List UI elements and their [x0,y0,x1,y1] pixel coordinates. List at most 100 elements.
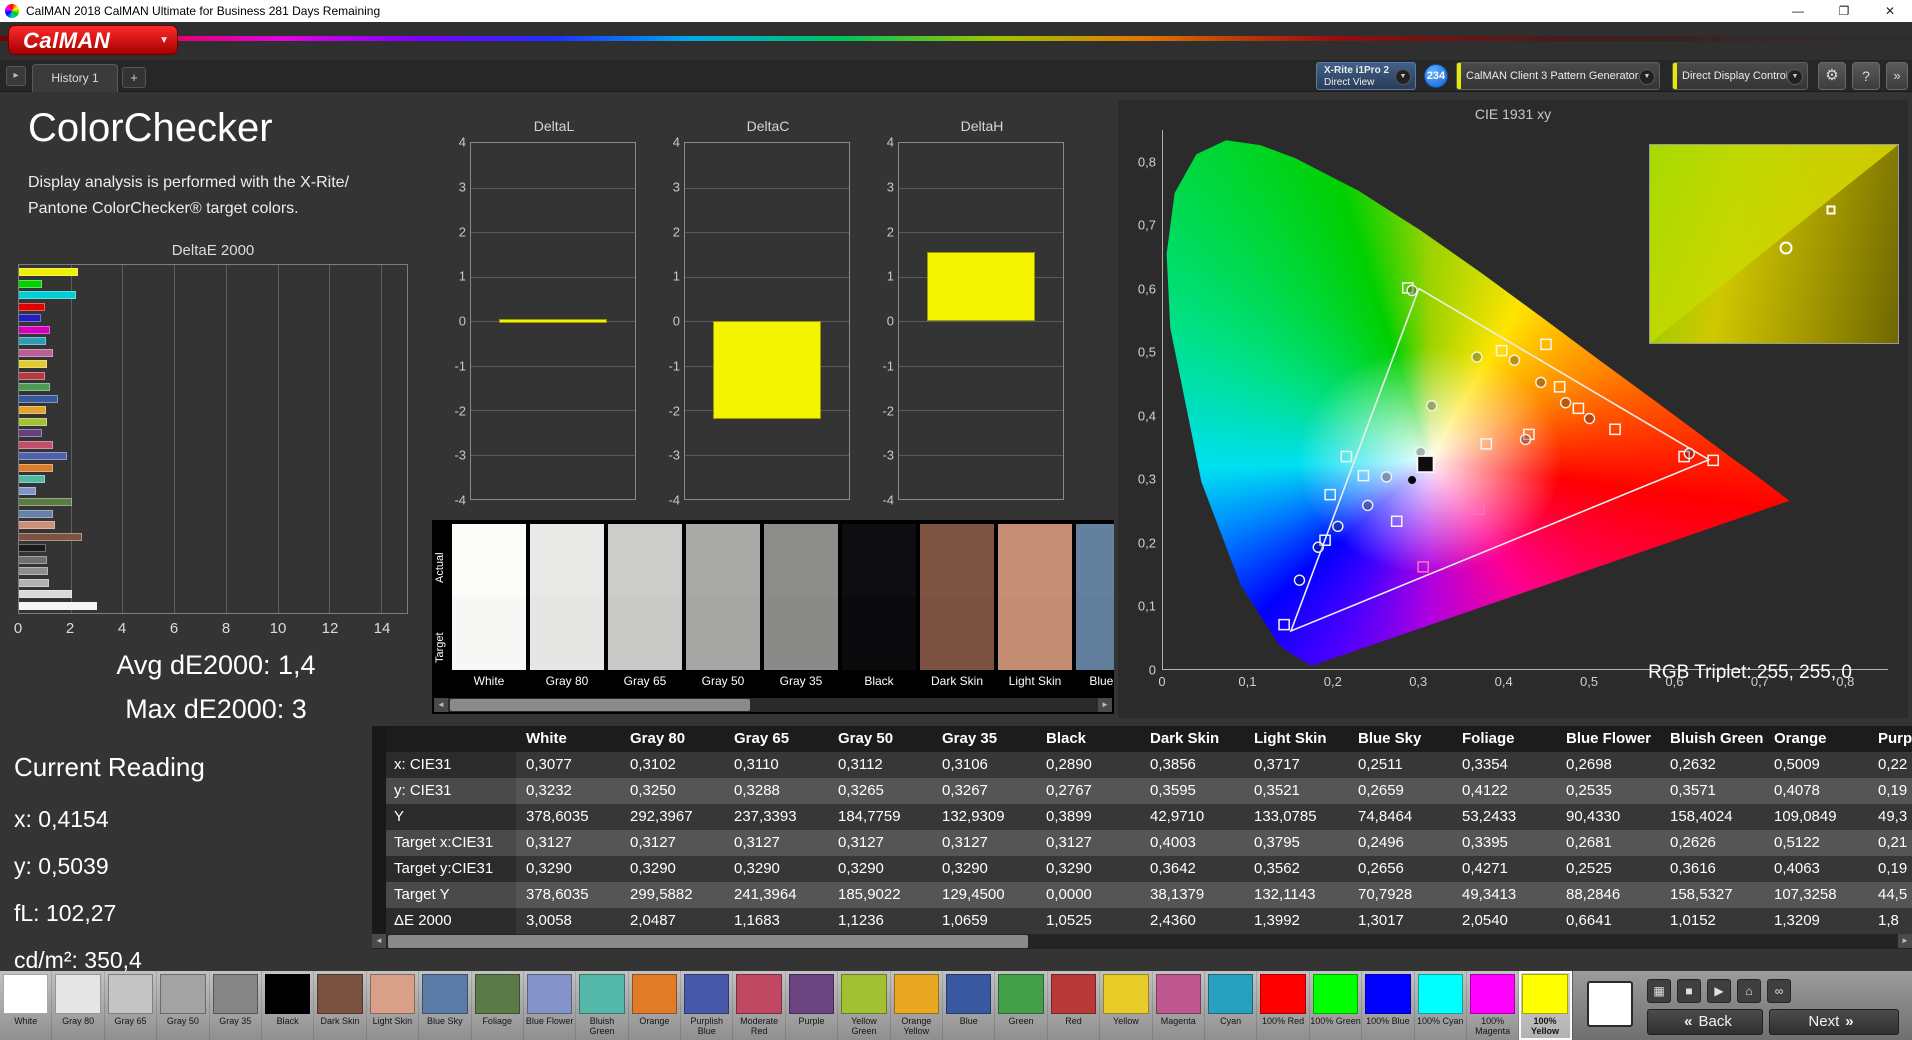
palette-item-white[interactable]: White [0,971,53,1040]
cie-yaxis: 0,8 0,7 0,6 0,5 0,4 0,3 0,2 0,1 0 [1124,130,1158,677]
cie-axis-label: 0,2 [1137,535,1156,551]
table-scrollbar[interactable]: ◄ ► [372,934,1912,949]
table-scroll-thumb[interactable] [388,935,1028,948]
palette-item-magenta[interactable]: Magenta [1153,971,1205,1040]
swatch-scroll-thumb[interactable] [450,699,750,711]
scroll-right-icon[interactable]: ► [1898,934,1912,948]
table-cell: 53,2433 [1462,808,1517,825]
table-cell: 378,6035 [526,808,589,825]
meter-dropdown[interactable]: X-Rite i1Pro 2 Direct View ▼ [1316,62,1416,90]
palette-item-purple[interactable]: Purple [786,971,839,1040]
palette-item-100-yellow[interactable]: 100% Yellow [1519,971,1572,1040]
palette-color [1155,974,1201,1014]
palette-item-purplish-blue[interactable]: Purplish Blue [681,971,734,1040]
table-cell: 0,19 [1878,782,1908,799]
palette-label: Blue Flower [525,1016,574,1026]
table-cell: 1,8 [1878,912,1899,929]
chevron-down-icon[interactable]: ▼ [1395,69,1411,85]
back-button[interactable]: « Back [1647,1009,1763,1035]
palette-item-orange-yellow[interactable]: Orange Yellow [891,971,944,1040]
palette-item-100-magenta[interactable]: 100% Magenta [1467,971,1520,1040]
description-line: Pantone ColorChecker® target colors. [28,200,299,217]
next-button[interactable]: Next » [1769,1009,1899,1035]
close-button[interactable]: ✕ [1868,0,1912,22]
palette-label: Orange Yellow [901,1016,932,1036]
cie-measured-dot [1408,476,1417,485]
palette-item-yellow[interactable]: Yellow [1100,971,1153,1040]
expand-chevron-button[interactable]: » [1886,62,1908,90]
palette-item-blue-flower[interactable]: Blue Flower [524,971,577,1040]
cie-measured-point [1561,398,1571,408]
yellow-accent-stripe [1457,63,1461,89]
delta-axis-label: -1 [882,358,894,374]
swatch-actual [530,524,604,597]
palette-label: Yellow Green [851,1016,877,1036]
inset-measured-point [1779,241,1793,255]
add-tab-button[interactable]: + [122,67,146,88]
deltae-bar-blue-sky [19,509,53,518]
palette-item-black[interactable]: Black [262,971,315,1040]
tab-history-1[interactable]: History 1 [32,64,118,92]
scroll-left-icon[interactable]: ◄ [434,698,448,712]
cie-measured-point [1584,414,1594,424]
palette-item-100-blue[interactable]: 100% Blue [1362,971,1415,1040]
swatch-scrollbar[interactable]: ◄ ► [434,698,1112,712]
grid-icon[interactable]: ▦ [1647,979,1671,1003]
palette-item-gray-50[interactable]: Gray 50 [157,971,210,1040]
swatch-actual [1076,524,1114,597]
delta-gridline [685,187,849,189]
table-cell: 0,3290 [1046,860,1092,877]
deltae-bar-100-red [19,302,45,311]
palette-item-gray-80[interactable]: Gray 80 [52,971,105,1040]
loop-icon[interactable]: ∞ [1767,979,1791,1003]
palette-item-gray-65[interactable]: Gray 65 [105,971,158,1040]
rainbow-accent-strip [0,36,1912,41]
palette-item-100-green[interactable]: 100% Green [1310,971,1363,1040]
tab-nav-arrow-button[interactable]: ▸ [6,66,26,86]
palette-item-red[interactable]: Red [1048,971,1101,1040]
palette-item-100-cyan[interactable]: 100% Cyan [1415,971,1467,1040]
calman-logo[interactable]: CalMAN ▼ [8,25,178,55]
table-cell: 0,2698 [1566,756,1612,773]
palette-item-orange[interactable]: Orange [629,971,682,1040]
palette-item-gray-35[interactable]: Gray 35 [210,971,262,1040]
minimize-button[interactable]: — [1776,0,1820,22]
logo-dropdown-icon: ▼ [159,35,169,46]
pattern-window-button[interactable] [1587,981,1633,1027]
pattern-generator-dropdown[interactable]: CalMAN Client 3 Pattern Generator ▼ [1456,62,1660,90]
scroll-right-icon[interactable]: ► [1098,698,1112,712]
settings-gear-button[interactable]: ⚙ [1818,62,1846,90]
palette-item-yellow-green[interactable]: Yellow Green [838,971,891,1040]
palette-item-green[interactable]: Green [995,971,1048,1040]
palette-item-blue[interactable]: Blue [943,971,996,1040]
palette-item-moderate-red[interactable]: Moderate Red [733,971,786,1040]
palette-item-100-red[interactable]: 100% Red [1257,971,1310,1040]
palette-item-bluish-green[interactable]: Bluish Green [576,971,629,1040]
table-cell: 185,9022 [838,886,901,903]
table-row-x-cie31: x: CIE31 0,3077 0,3102 0,3110 0,3112 0,3106 0,… [386,752,1912,778]
table-cell: 70,7928 [1358,886,1413,903]
scroll-left-icon[interactable]: ◄ [372,934,386,948]
help-button[interactable]: ? [1852,62,1880,90]
maximize-button[interactable]: ❐ [1822,0,1866,22]
deltae-bar-cyan [19,337,47,346]
play-icon[interactable]: ▶ [1707,979,1731,1003]
palette-item-foliage[interactable]: Foliage [472,971,524,1040]
table-col-header-orange: Orange [1774,730,1827,747]
palette-label: Cyan [1220,1016,1242,1026]
palette-item-blue-sky[interactable]: Blue Sky [419,971,472,1040]
chevron-down-icon[interactable]: ▼ [1787,69,1803,85]
table-cell: 0,3395 [1462,834,1508,851]
swatch-gray-50: Gray 50 [686,524,760,692]
table-row-label: Target x:CIE31 [386,830,516,856]
stop-icon[interactable]: ■ [1677,979,1701,1003]
palette-item-cyan[interactable]: Cyan [1205,971,1258,1040]
palette-item-dark-skin[interactable]: Dark Skin [314,971,367,1040]
table-col-header-foliage: Foliage [1462,730,1515,747]
home-icon[interactable]: ⌂ [1737,979,1761,1003]
chevron-down-icon[interactable]: ▼ [1639,69,1655,85]
deltae-bar-orange [19,463,54,472]
palette-item-light-skin[interactable]: Light Skin [367,971,420,1040]
cie-measured-point [1313,542,1323,552]
display-control-dropdown[interactable]: Direct Display Control ▼ [1672,62,1808,90]
